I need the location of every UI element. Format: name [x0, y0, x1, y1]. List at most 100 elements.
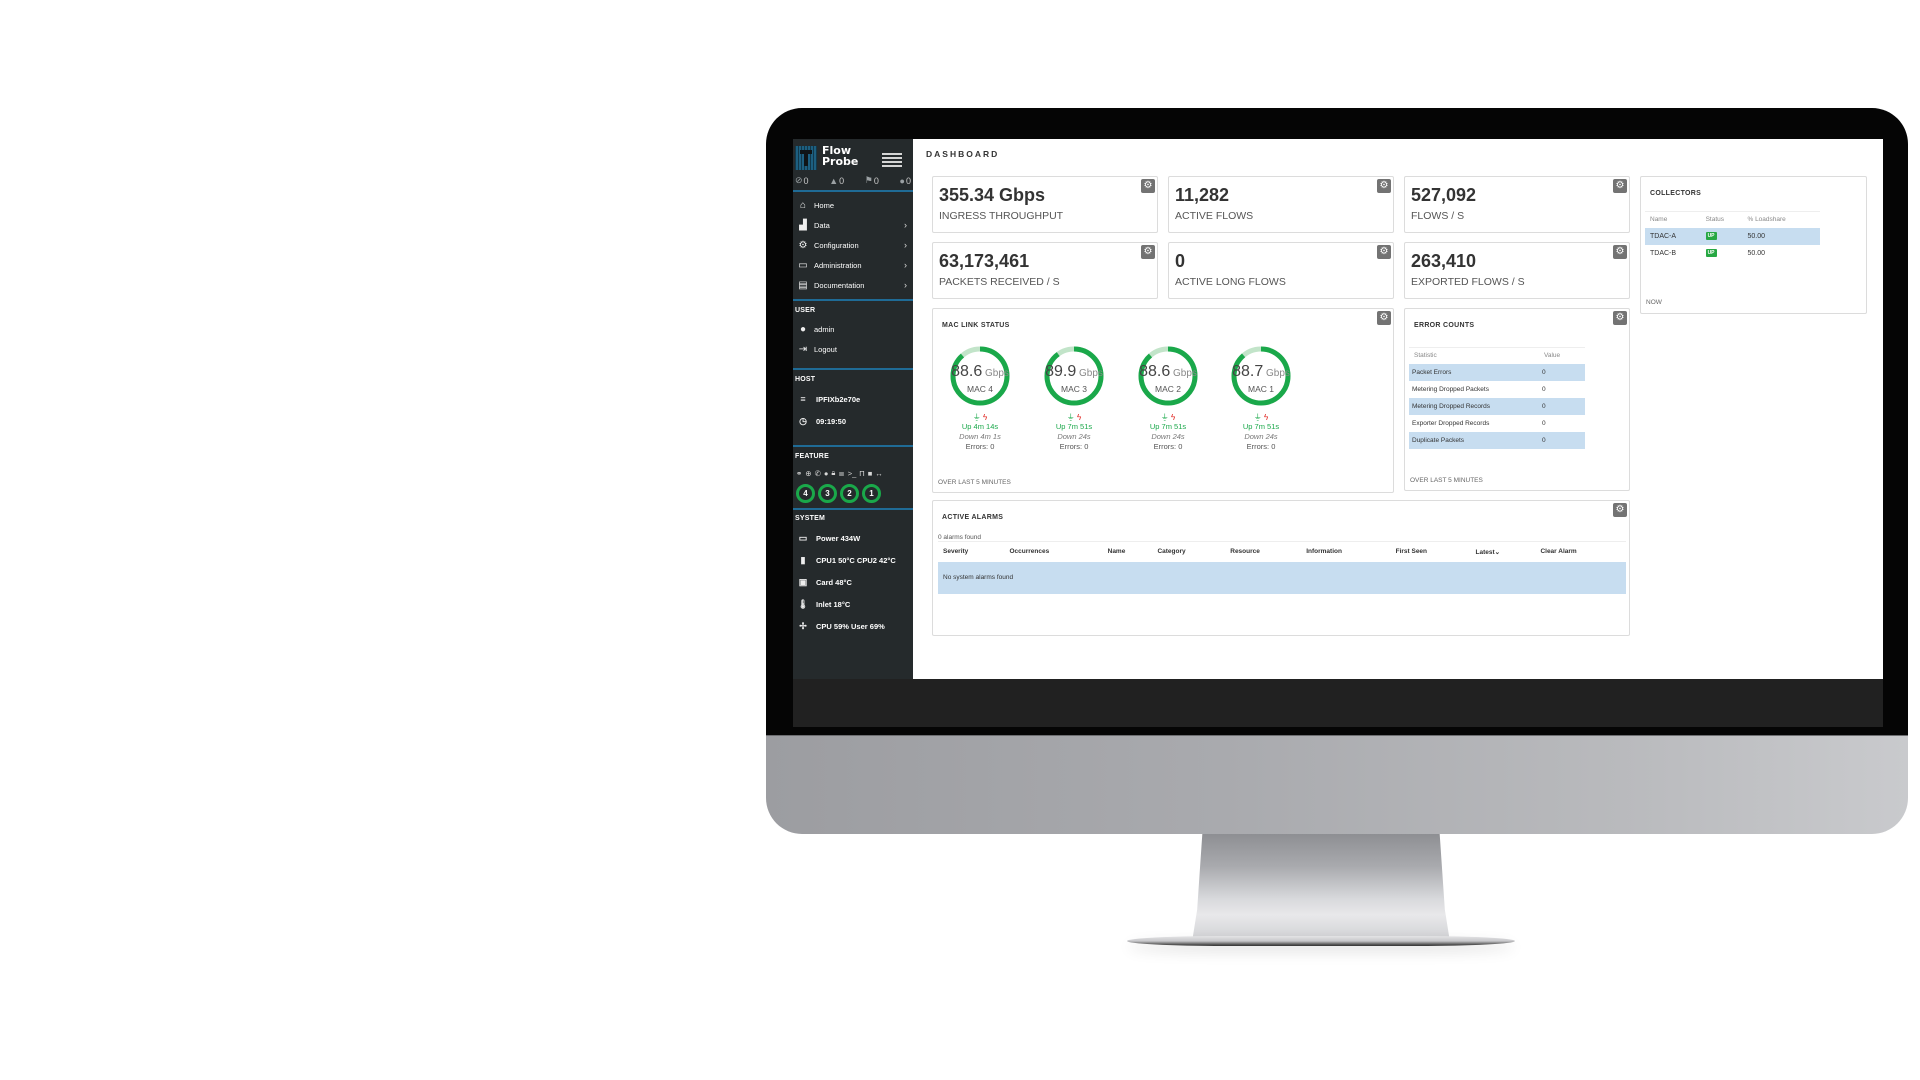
system-card-temp: ▣ Card 48°C: [793, 571, 913, 593]
brand-name: Flow Probe: [822, 144, 859, 168]
collector-loadshare: 50.00: [1742, 227, 1820, 245]
stat-value: 11,282: [1175, 185, 1230, 205]
gear-icon[interactable]: ⚙: [1377, 311, 1391, 325]
status-badge: UP: [1705, 249, 1717, 257]
stat-label: EXPORTED FLOWS / S: [1411, 276, 1525, 288]
panel-footer: OVER LAST 5 MINUTES: [1410, 477, 1483, 484]
mac-ring-4[interactable]: 4: [796, 483, 815, 503]
user-icon: ●: [799, 323, 807, 335]
gate-icon: Π: [859, 468, 865, 478]
main-nav: ⌂ Home ▟ Data › ⚙ Configuration › ▭ Administra…: [793, 195, 913, 295]
stat-label: ACTIVE FLOWS: [1175, 210, 1254, 222]
column-header: Statistic: [1409, 347, 1539, 364]
error-counts-table: Statistic Value Packet Errors 0 Metering …: [1409, 347, 1585, 449]
section-heading-host: HOST: [795, 376, 816, 383]
gear-icon[interactable]: ⚙: [1613, 179, 1627, 193]
column-header-resource[interactable]: Resource: [1225, 541, 1302, 562]
logout-link[interactable]: ⇥ Logout: [793, 339, 913, 359]
panel-footer: NOW: [1646, 299, 1662, 306]
host-time: ◷ 09:19:50: [793, 410, 913, 432]
column-header-first-seen[interactable]: First Seen: [1390, 541, 1471, 562]
table-row: Metering Dropped Records 0: [1409, 397, 1585, 415]
divider: [793, 445, 913, 447]
stat-card-active-flows: 11,282 ACTIVE FLOWS ⚙: [1168, 176, 1394, 233]
column-header-name[interactable]: Name: [1102, 541, 1153, 562]
divider: [793, 299, 913, 301]
terminal-icon: >_: [847, 468, 857, 478]
stat-card-exported-flows: 263,410 EXPORTED FLOWS / S ⚙: [1404, 242, 1630, 299]
gauge-value: 88.7 Gbps: [1232, 363, 1290, 380]
panel-title: MAC LINK STATUS: [942, 322, 1010, 329]
flag-count[interactable]: ⚑ 0: [865, 175, 879, 186]
table-row[interactable]: TDAC-B UP 50.00: [1645, 245, 1820, 262]
gear-icon[interactable]: ⚙: [1141, 179, 1155, 193]
list-icon: ≣: [838, 468, 845, 478]
mac-link-status-panel: MAC LINK STATUS ⚙ 88.6 Gbps MAC 4 ⏚ ϟ Up 4m…: [932, 308, 1394, 493]
chevron-right-icon: ›: [904, 260, 907, 270]
mac-gauge: 88.7 Gbps MAC 1 ⏚ ϟ Up 7m 51s Down 24s Errors…: [1216, 343, 1306, 452]
menu-toggle-icon[interactable]: [882, 153, 902, 167]
bolt-icon: ϟ: [1077, 413, 1082, 422]
info-count[interactable]: ● 0: [900, 175, 911, 186]
column-header-clear-alarm[interactable]: Clear Alarm: [1535, 541, 1626, 562]
stat-label: ACTIVE LONG FLOWS: [1175, 276, 1286, 288]
nav-item-configuration[interactable]: ⚙ Configuration ›: [793, 235, 913, 255]
nav-item-data[interactable]: ▟ Data ›: [793, 215, 913, 235]
column-header-severity[interactable]: Severity: [938, 541, 1005, 562]
warning-count[interactable]: ▲ 0: [829, 175, 844, 186]
mac-ring-3[interactable]: 3: [818, 483, 837, 503]
gear-icon[interactable]: ⚙: [1613, 311, 1627, 325]
nav-item-administration[interactable]: ▭ Administration ›: [793, 255, 913, 275]
monitor-mockup: Flow Probe ⊘ 0 ▲ 0 ⚑ 0 ● 0 ⌂ Home ▟ Data…: [766, 108, 1908, 834]
gear-icon[interactable]: ⚙: [1377, 245, 1391, 259]
section-heading-user: USER: [795, 307, 816, 314]
mac-gauge: 88.6 Gbps MAC 2 ⏚ ϟ Up 7m 51s Down 24s Errors…: [1123, 343, 1213, 452]
thermometer-icon: 🌡︎: [797, 598, 809, 609]
column-header-category[interactable]: Category: [1152, 541, 1226, 562]
gear-icon[interactable]: ⚙: [1613, 245, 1627, 259]
nav-item-documentation[interactable]: ▤ Documentation ›: [793, 275, 913, 295]
panel-footer: OVER LAST 5 MINUTES: [938, 479, 1011, 486]
link-uptime: Up 7m 51s: [1149, 422, 1187, 431]
gauge-value: 88.6 Gbps: [951, 363, 1009, 380]
bolt-icon: ϟ: [983, 413, 988, 422]
gear-icon[interactable]: ⚙: [1613, 503, 1627, 517]
brand[interactable]: Flow Probe: [795, 145, 911, 171]
blocked-icon: ⊘: [795, 175, 803, 185]
column-header-latest[interactable]: Latest⌄: [1470, 541, 1536, 562]
mac-ring-2[interactable]: 2: [840, 483, 859, 503]
blocked-count[interactable]: ⊘ 0: [795, 175, 809, 186]
column-header-information[interactable]: Information: [1301, 541, 1391, 562]
system-cpu-temp: ▮ CPU1 50°C CPU2 42°C: [793, 549, 913, 571]
lock-icon: 🔒︎: [831, 468, 836, 477]
column-header-occurrences[interactable]: Occurrences: [1004, 541, 1103, 562]
mac-status-rings: 4 3 2 1: [793, 481, 913, 505]
mac-ring-1[interactable]: 1: [862, 483, 881, 503]
stat-label: PACKETS RECEIVED / S: [939, 276, 1060, 288]
host-section: HOST ≡ IPFIXb2e70e ◷ 09:19:50: [793, 372, 913, 432]
page-title: DASHBOARD: [926, 149, 1000, 159]
stat-value: 263,410: [1411, 251, 1477, 271]
column-header: Name: [1645, 211, 1701, 228]
gauge-value: 88.6 Gbps: [1139, 363, 1197, 380]
section-heading-system: SYSTEM: [795, 515, 825, 522]
alarms-table: Severity Occurrences Name Category Resou…: [938, 541, 1626, 594]
host-name: ≡ IPFIXb2e70e: [793, 388, 913, 410]
stat-card-ingress-throughput: 355.34 Gbps INGRESS THROUGHPUT ⚙: [932, 176, 1158, 233]
user-admin[interactable]: ● admin: [793, 319, 913, 339]
gear-icon[interactable]: ⚙: [1377, 179, 1391, 193]
home-icon: ⌂: [799, 199, 807, 211]
gear-icon[interactable]: ⚙: [1141, 245, 1155, 259]
monitor-stand: [1192, 834, 1450, 942]
link-state-icons: ⏚ ϟ: [1123, 413, 1213, 422]
plug-icon: ⏚: [1253, 413, 1262, 422]
square-icon: ■: [867, 468, 873, 478]
system-inlet-temp: 🌡︎ Inlet 18°C: [797, 598, 851, 609]
link-errors: Errors: 0: [1059, 442, 1089, 451]
nav-item-home[interactable]: ⌂ Home: [793, 195, 913, 215]
divider: [793, 190, 913, 192]
stat-card-flows-per-sec: 527,092 FLOWS / S ⚙: [1404, 176, 1630, 233]
monitor-chin: [766, 735, 1908, 834]
table-row[interactable]: TDAC-A UP 50.00: [1645, 227, 1820, 245]
collectors-panel: COLLECTORS Name Status % Loadshare TDAC-…: [1640, 176, 1867, 314]
